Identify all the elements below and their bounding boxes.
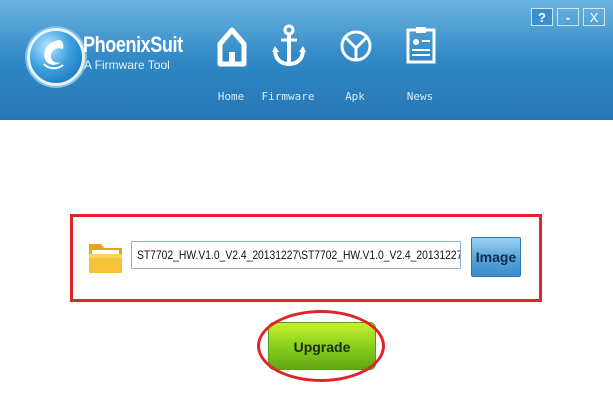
nav-firmware[interactable]: Firmware (256, 24, 320, 108)
app-name: PhoenixSuit (83, 32, 183, 57)
app-subtitle: A Firmware Tool (84, 58, 170, 72)
help-button[interactable]: ? (531, 8, 553, 26)
nav-home-label: Home (217, 90, 245, 103)
folder-icon[interactable] (88, 236, 124, 276)
anchor-icon (272, 24, 306, 67)
nav-news[interactable]: News (388, 24, 452, 108)
nav-apk[interactable]: Apk (323, 24, 387, 108)
firmware-path-input[interactable]: ST7702_HW.V1.0_V2.4_20131227\ST7702_HW.V… (131, 241, 461, 269)
window-controls: ? - X (527, 8, 605, 26)
apk-icon (340, 30, 372, 62)
phoenix-logo-icon (27, 28, 85, 86)
home-icon (217, 27, 247, 67)
nav-firmware-label: Firmware (261, 90, 315, 103)
upgrade-button[interactable]: Upgrade (268, 322, 376, 370)
nav-apk-label: Apk (345, 90, 365, 103)
nav-news-label: News (406, 90, 434, 103)
close-button[interactable]: X (583, 8, 605, 26)
nav-home[interactable]: Home (199, 24, 263, 108)
firmware-path-text: ST7702_HW.V1.0_V2.4_20131227\ST7702_HW.V… (137, 248, 461, 262)
minimize-button[interactable]: - (557, 8, 579, 26)
news-icon (406, 27, 436, 64)
image-button[interactable]: Image (471, 237, 521, 277)
title-bar: PhoenixSuit A Firmware Tool Home Firmwar… (0, 0, 613, 120)
